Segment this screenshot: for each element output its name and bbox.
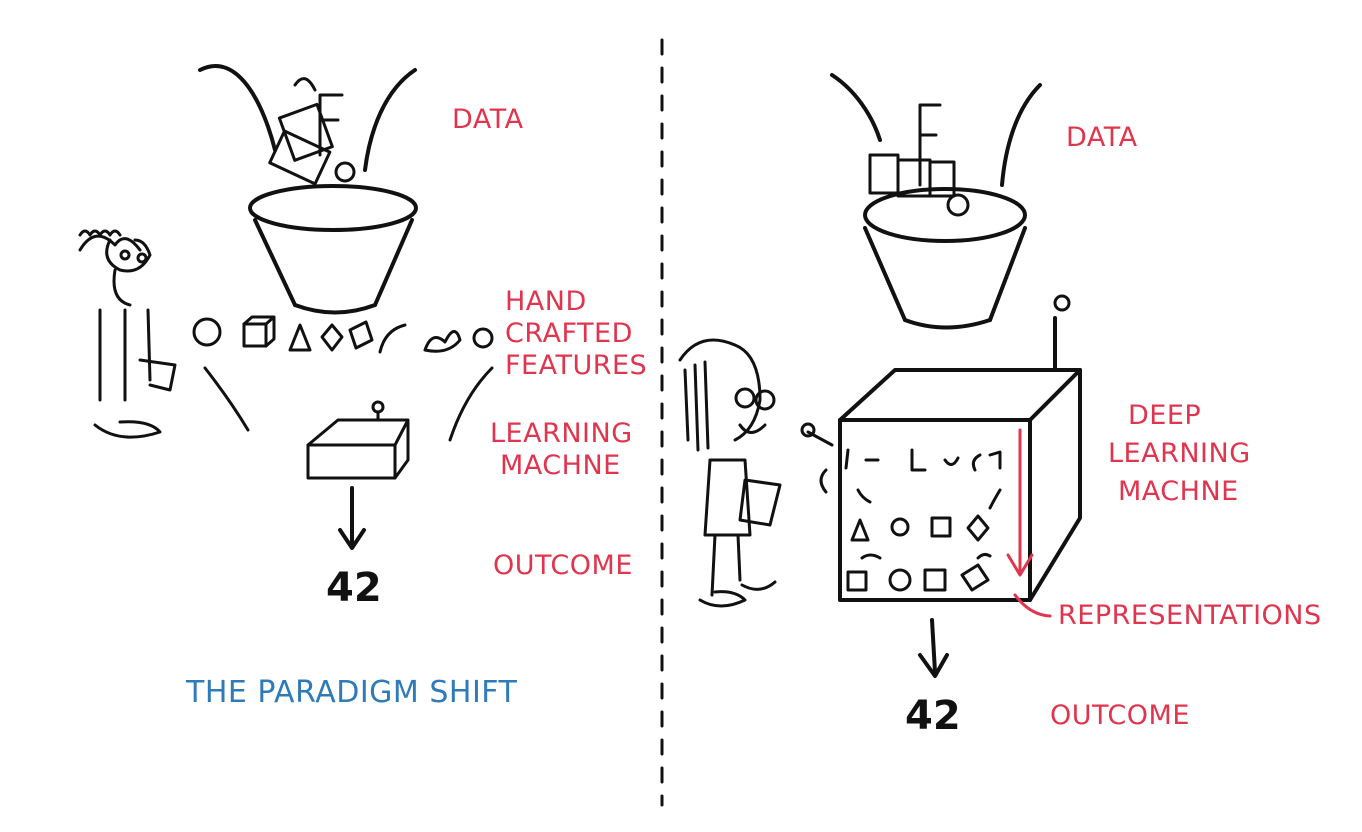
left-funnel [198,64,418,315]
representation-layers-icon [844,448,1002,592]
deep-machine-label-line-2: LEARNING [1108,438,1251,469]
left-data-items-icon [268,77,356,186]
page-title: THE PARADIGM SHIFT [186,675,518,710]
learning-machine-label-line-1: LEARNING [490,418,633,449]
deep-learning-machine-icon [800,294,1082,602]
learning-machine-icon [306,400,410,480]
representations-label: REPRESENTATIONS [1058,600,1322,631]
left-outcome-value: 42 [326,565,382,611]
deep-machine-label-line-1: DEEP [1128,400,1202,431]
left-data-label: DATA [452,104,524,135]
right-outcome-label: OUTCOME [1050,700,1190,731]
right-funnel [830,73,1042,330]
learning-machine-label-line-2: MACHNE [500,450,621,481]
right-outcome-value: 42 [905,693,961,739]
features-label-line-2: CRAFTED [505,318,633,349]
engineer-figure-icon [78,229,177,439]
features-label-line-1: HAND [505,286,587,317]
right-data-label: DATA [1066,122,1138,153]
left-down-arrow-icon [338,486,366,550]
right-down-arrow-icon [918,618,949,678]
researcher-figure-icon [678,338,782,608]
left-outcome-label: OUTCOME [493,550,633,581]
deep-machine-label-line-3: MACHNE [1118,476,1239,507]
features-label-line-3: FEATURES [505,350,648,381]
left-collector-lines [203,366,494,442]
left-feature-shapes-icon [192,315,494,354]
